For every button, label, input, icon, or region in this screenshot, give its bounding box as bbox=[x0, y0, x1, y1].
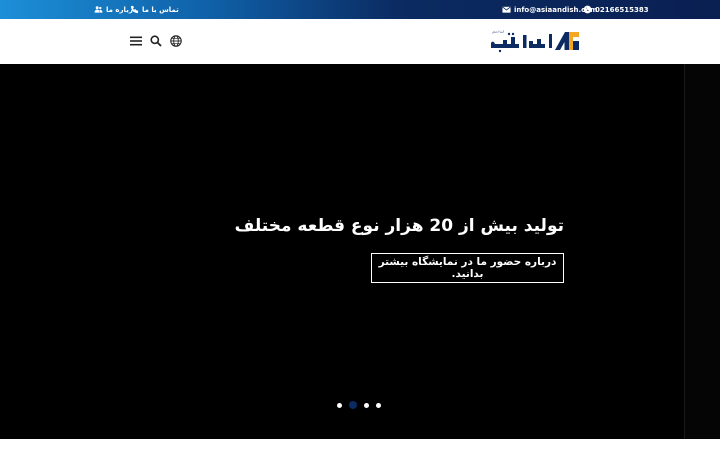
hero-title: تولید بیش از 20 هزار نوع قطعه مختلف bbox=[234, 216, 564, 236]
email-address: info@asiaandish.com bbox=[514, 5, 598, 14]
users-icon bbox=[94, 6, 103, 13]
hero-slider[interactable]: تولید بیش از 20 هزار نوع قطعه مختلف دربا… bbox=[0, 64, 720, 439]
contact-us-link[interactable]: تماس با ما bbox=[130, 4, 179, 15]
slider-dot-3[interactable] bbox=[364, 402, 369, 408]
search-icon[interactable] bbox=[149, 34, 163, 48]
top-bar: 02166515383 info@asiaandish.com تماس با … bbox=[0, 0, 720, 19]
page-footer-strip bbox=[0, 439, 720, 450]
contact-us-label: تماس با ما bbox=[142, 5, 179, 14]
menu-icon[interactable] bbox=[129, 34, 143, 48]
about-us-label: درباره ما bbox=[106, 5, 137, 14]
hero-cta-button[interactable]: درباره حضور ما در نمایشگاه بیشتر بدانید. bbox=[371, 253, 564, 283]
brand-logo[interactable]: آسیا اندیش bbox=[489, 29, 581, 53]
slider-pagination bbox=[337, 400, 381, 410]
logo-tagline: آسیا اندیش bbox=[492, 30, 504, 34]
about-us-link[interactable]: درباره ما bbox=[94, 4, 136, 15]
globe-icon[interactable] bbox=[169, 34, 183, 48]
slider-dot-2[interactable] bbox=[349, 401, 357, 409]
phone-number: 02166515383 bbox=[595, 5, 649, 14]
email-link[interactable]: info@asiaandish.com bbox=[502, 4, 597, 15]
next-slide-edge bbox=[684, 64, 720, 439]
slider-dot-4[interactable] bbox=[376, 402, 381, 408]
mail-icon bbox=[502, 6, 511, 13]
main-header: آسیا اندیش bbox=[0, 19, 720, 64]
slider-dot-1[interactable] bbox=[337, 402, 342, 408]
